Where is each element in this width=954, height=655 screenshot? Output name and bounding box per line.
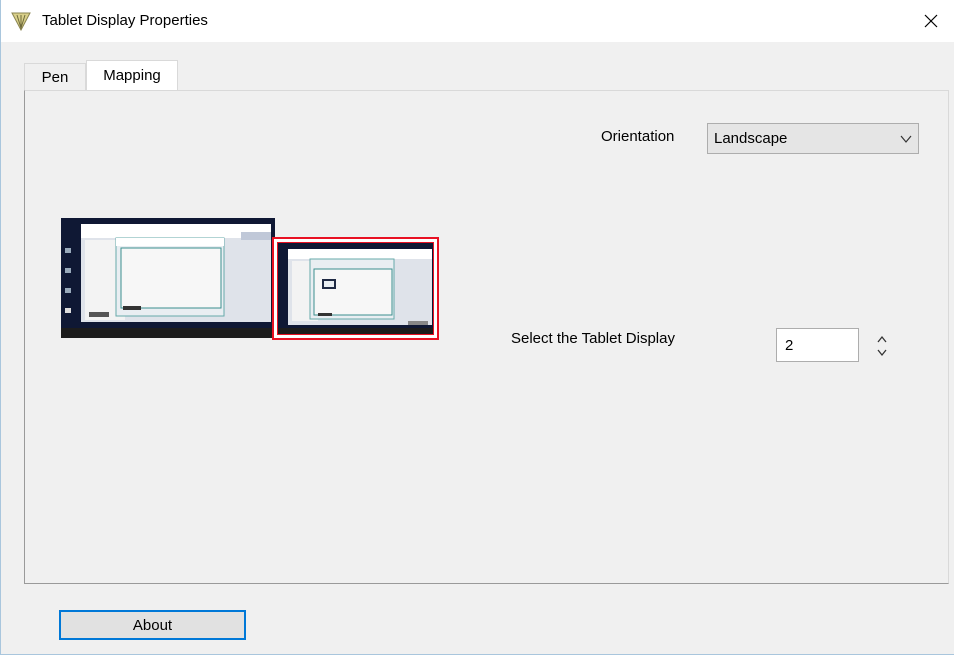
title-bar: Tablet Display Properties — [1, 0, 954, 42]
tablet-pen-icon — [11, 11, 31, 32]
window-title: Tablet Display Properties — [42, 12, 208, 29]
chevron-down-icon[interactable] — [873, 346, 891, 360]
select-tablet-display-label: Select the Tablet Display — [511, 330, 675, 347]
orientation-label: Orientation — [601, 128, 675, 145]
about-button[interactable]: About — [59, 610, 246, 640]
orientation-dropdown[interactable]: Landscape — [707, 123, 919, 154]
monitor-2-preview[interactable] — [272, 237, 439, 340]
orientation-selected-value: Landscape — [714, 130, 788, 147]
chevron-down-icon — [900, 135, 912, 143]
tablet-display-properties-window: Tablet Display Properties Pen Mapping Or… — [0, 0, 954, 655]
tab-pen[interactable]: Pen — [24, 63, 86, 91]
chevron-up-icon[interactable] — [873, 332, 891, 346]
close-icon — [924, 14, 938, 28]
tablet-display-number-field[interactable]: 2 — [776, 328, 859, 362]
display-spinner[interactable] — [873, 330, 891, 364]
monitor-2-screen — [277, 242, 434, 335]
monitor-1-screenshot — [61, 218, 275, 338]
monitor-1-preview[interactable] — [61, 218, 275, 338]
tab-mapping[interactable]: Mapping — [86, 60, 178, 90]
monitor-2-screenshot — [278, 243, 433, 334]
close-button[interactable] — [908, 0, 954, 42]
